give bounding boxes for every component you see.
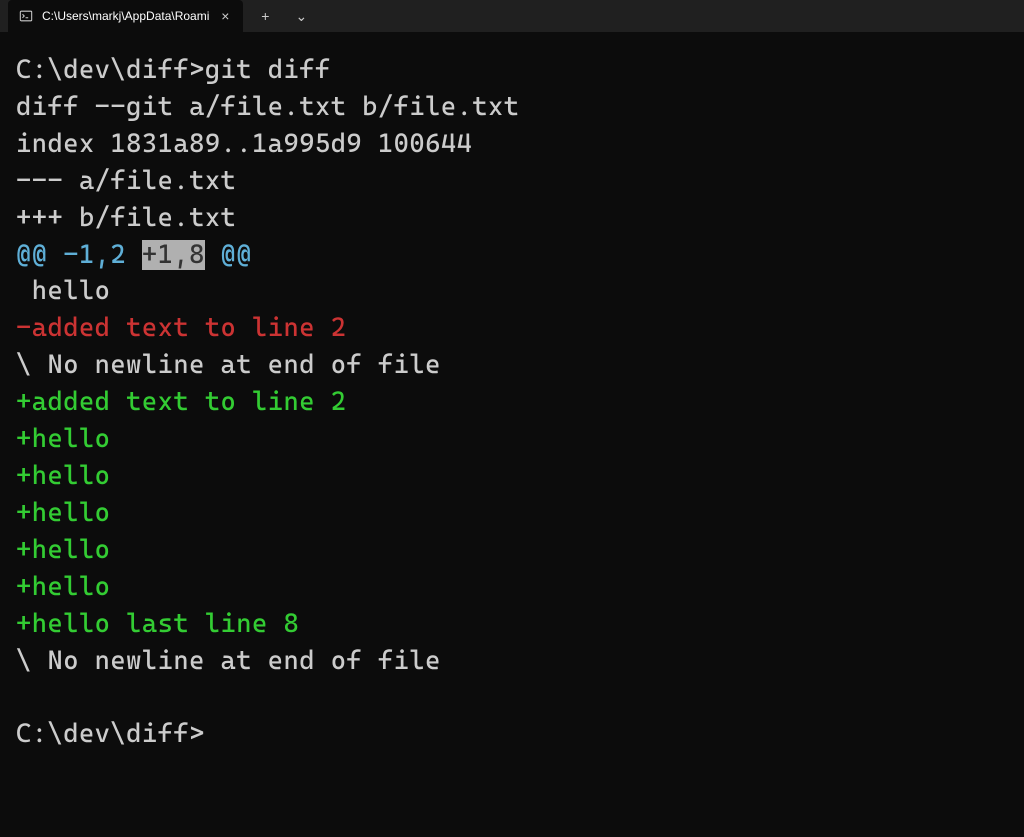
terminal-line: +hello last line 8: [16, 606, 1008, 643]
terminal-segment: +hello: [16, 424, 110, 454]
close-icon[interactable]: ×: [217, 8, 233, 24]
terminal-line: -added text to line 2: [16, 310, 1008, 347]
terminal-line: @@ -1,2 +1,8 @@: [16, 237, 1008, 274]
terminal-segment: hello: [16, 276, 110, 306]
terminal-segment: C:\dev\diff>: [16, 719, 205, 749]
terminal-line: [16, 679, 1008, 716]
terminal-line: index 1831a89..1a995d9 100644: [16, 126, 1008, 163]
terminal-line: +hello: [16, 421, 1008, 458]
terminal-line: C:\dev\diff>: [16, 716, 1008, 753]
terminal-line: +hello: [16, 495, 1008, 532]
terminal-segment: +hello: [16, 535, 110, 565]
terminal-line: hello: [16, 273, 1008, 310]
terminal-segment: \ No newline at end of file: [16, 350, 441, 380]
dropdown-button[interactable]: ⌄: [283, 0, 319, 32]
terminal-line: +hello: [16, 458, 1008, 495]
terminal-line: diff --git a/file.txt b/file.txt: [16, 89, 1008, 126]
new-tab-button[interactable]: +: [247, 0, 283, 32]
terminal-segment: +1,8: [142, 240, 205, 270]
terminal-segment: +hello: [16, 498, 110, 528]
terminal-line: +hello: [16, 532, 1008, 569]
terminal-segment: diff --git a/file.txt b/file.txt: [16, 92, 520, 122]
terminal-segment: -added text to line 2: [16, 313, 346, 343]
terminal-line: --- a/file.txt: [16, 163, 1008, 200]
terminal-segment: +added text to line 2: [16, 387, 346, 417]
terminal-line: \ No newline at end of file: [16, 347, 1008, 384]
terminal-tab[interactable]: C:\Users\markj\AppData\Roami ×: [8, 0, 243, 32]
titlebar-actions: + ⌄: [247, 0, 319, 32]
terminal-segment: index 1831a89..1a995d9 100644: [16, 129, 472, 159]
terminal-segment: @@: [205, 240, 252, 270]
terminal-line: +added text to line 2: [16, 384, 1008, 421]
terminal-segment: C:\dev\diff>git diff: [16, 55, 331, 85]
terminal-line: +++ b/file.txt: [16, 200, 1008, 237]
titlebar: C:\Users\markj\AppData\Roami × + ⌄: [0, 0, 1024, 32]
terminal-segment: \ No newline at end of file: [16, 646, 441, 676]
terminal-line: +hello: [16, 569, 1008, 606]
terminal-line: \ No newline at end of file: [16, 643, 1008, 680]
terminal-output[interactable]: C:\dev\diff>git diff diff --git a/file.tx…: [0, 32, 1024, 773]
terminal-icon: [18, 8, 34, 24]
terminal-segment: +hello: [16, 572, 110, 602]
tab-title: C:\Users\markj\AppData\Roami: [42, 9, 209, 23]
terminal-line: C:\dev\diff>git diff: [16, 52, 1008, 89]
terminal-segment: +++ b/file.txt: [16, 203, 236, 233]
terminal-segment: +hello: [16, 461, 110, 491]
terminal-segment: --- a/file.txt: [16, 166, 236, 196]
terminal-segment: +hello last line 8: [16, 609, 299, 639]
terminal-segment: @@ -1,2: [16, 240, 142, 270]
